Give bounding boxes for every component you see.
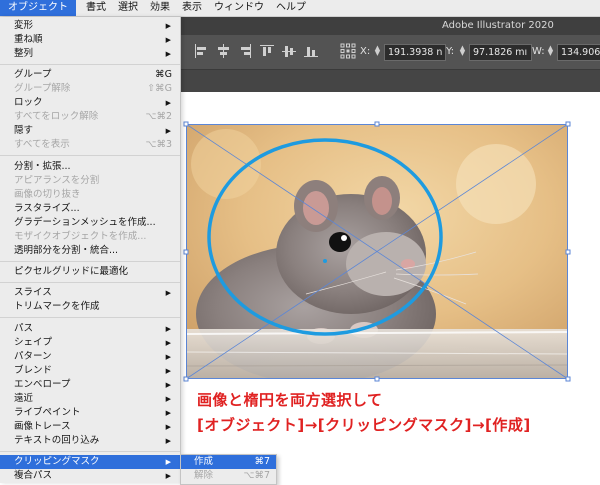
menu-item-group[interactable]: グループ ⌘G xyxy=(0,68,180,82)
submenu-arrow-icon: ▶ xyxy=(165,353,171,361)
menu-item-gradient-mesh[interactable]: グラデーションメッシュを作成... xyxy=(0,216,180,230)
submenu-arrow-icon: ▶ xyxy=(165,437,171,445)
menu-item-slice[interactable]: スライス ▶ xyxy=(0,286,180,300)
x-stepper[interactable]: ▲ ▼ xyxy=(374,45,381,57)
object-menu: 変形 ▶ 重ね順 ▶ 整列 ▶ グループ ⌘G グループ解除 ⇧⌘G ロック ▶ すべてをロ… xyxy=(0,17,181,483)
submenu-arrow-icon: ▶ xyxy=(165,395,171,403)
menu-item-image-trace[interactable]: 画像トレース ▶ xyxy=(0,420,180,434)
submenu-arrow-icon: ▶ xyxy=(165,289,171,297)
control-toolbar: X: ▲ ▼ 191.3938 n Y: ▲ ▼ 97.1826 mı W: ▲ ▼ … xyxy=(180,35,600,70)
menu-item-perspective[interactable]: 遠近 ▶ xyxy=(0,392,180,406)
menu-item-unlock-all: すべてをロック解除 ⌥⌘2 xyxy=(14,111,172,122)
app-title-bar: Adobe Illustrator 2020 xyxy=(180,17,600,35)
submenu-arrow-icon: ▶ xyxy=(165,99,171,107)
menu-item-clipping-mask[interactable]: クリッピングマスク ▶ xyxy=(0,455,180,469)
submenu-arrow-icon: ▶ xyxy=(165,458,171,466)
clipping-mask-submenu: 作成 ⌘7 解除 ⌥⌘7 xyxy=(180,454,277,485)
menu-item-rasterize[interactable]: ラスタライズ... xyxy=(0,202,180,216)
menu-item-blend[interactable]: ブレンド ▶ xyxy=(0,364,180,378)
menu-object[interactable]: オブジェクト xyxy=(0,0,76,16)
menu-item-flatten-transparency[interactable]: 透明部分を分割・統合... xyxy=(0,244,180,258)
menu-item-transform[interactable]: 変形 ▶ xyxy=(0,19,180,33)
w-label: W: xyxy=(532,46,545,57)
y-stepper[interactable]: ▲ ▼ xyxy=(459,45,466,57)
submenu-arrow-icon: ▶ xyxy=(165,472,171,480)
align-bottom-icon[interactable] xyxy=(304,44,318,58)
y-field[interactable]: 97.1826 mı xyxy=(469,44,532,61)
submenu-item-make[interactable]: 作成 ⌘7 xyxy=(181,455,276,469)
reference-point-icon[interactable] xyxy=(340,43,356,59)
caption-line-1: 画像と楕円を両方選択して xyxy=(197,391,383,409)
menu-separator xyxy=(0,155,180,156)
submenu-arrow-icon: ▶ xyxy=(165,409,171,417)
menu-item-trim-marks[interactable]: トリムマークを作成 xyxy=(0,300,180,314)
submenu-arrow-icon: ▶ xyxy=(165,367,171,375)
y-label: Y: xyxy=(446,46,455,57)
menu-item-shape[interactable]: シェイプ ▶ xyxy=(0,336,180,350)
w-field[interactable]: 134.906 xyxy=(557,44,600,61)
x-field[interactable]: 191.3938 n xyxy=(384,44,446,61)
menu-separator xyxy=(0,261,180,262)
menu-window[interactable]: ウィンドウ xyxy=(208,0,270,16)
menu-item-live-paint[interactable]: ライブペイント ▶ xyxy=(0,406,180,420)
menu-item-align[interactable]: 整列 ▶ xyxy=(0,47,180,61)
submenu-arrow-icon: ▶ xyxy=(165,50,171,58)
x-label: X: xyxy=(360,46,371,57)
menu-effect[interactable]: 効果 xyxy=(144,0,176,16)
submenu-arrow-icon: ▶ xyxy=(165,22,171,30)
align-center-h-icon[interactable] xyxy=(216,44,230,58)
menu-item-compound-path[interactable]: 複合パス ▶ xyxy=(0,469,180,483)
menu-help[interactable]: ヘルプ xyxy=(270,0,312,16)
menu-item-arrange[interactable]: 重ね順 ▶ xyxy=(0,33,180,47)
menu-item-object-mosaic: モザイクオブジェクトを作成... xyxy=(14,231,147,242)
align-top-icon[interactable] xyxy=(260,44,274,58)
menu-item-pixel-optimize[interactable]: ピクセルグリッドに最適化 xyxy=(0,265,180,279)
align-left-icon[interactable] xyxy=(194,44,208,58)
app-title: Adobe Illustrator 2020 xyxy=(442,20,554,31)
menu-item-text-wrap[interactable]: テキストの回り込み ▶ xyxy=(0,434,180,448)
menu-item-ungroup: グループ解除 ⇧⌘G xyxy=(14,83,172,94)
submenu-arrow-icon: ▶ xyxy=(165,127,171,135)
menu-separator xyxy=(0,317,180,318)
menu-item-expand[interactable]: 分割・拡張... xyxy=(0,160,180,174)
menu-item-pattern[interactable]: パターン ▶ xyxy=(0,350,180,364)
menu-item-path[interactable]: パス ▶ xyxy=(0,322,180,336)
document-tab-bar xyxy=(180,70,600,92)
menu-item-envelope[interactable]: エンベロープ ▶ xyxy=(0,378,180,392)
align-right-icon[interactable] xyxy=(238,44,252,58)
menu-view[interactable]: 表示 xyxy=(176,0,208,16)
submenu-arrow-icon: ▶ xyxy=(165,36,171,44)
caption-line-2: [オブジェクト]→[クリッピングマスク]→[作成] xyxy=(197,416,531,434)
menu-select[interactable]: 選択 xyxy=(112,0,144,16)
menu-separator xyxy=(0,64,180,65)
submenu-arrow-icon: ▶ xyxy=(165,339,171,347)
menu-separator xyxy=(0,282,180,283)
menu-item-hide[interactable]: 隠す ▶ xyxy=(0,124,180,138)
submenu-arrow-icon: ▶ xyxy=(165,325,171,333)
menu-separator xyxy=(0,451,180,452)
menu-item-crop-image: 画像の切り抜き xyxy=(14,189,81,200)
submenu-arrow-icon: ▶ xyxy=(165,423,171,431)
menu-type[interactable]: 書式 xyxy=(80,0,112,16)
menu-item-expand-appearance: アピアランスを分割 xyxy=(14,175,100,186)
w-stepper[interactable]: ▲ ▼ xyxy=(547,45,554,57)
submenu-item-release: 解除 ⌥⌘7 xyxy=(194,470,270,481)
menu-bar: オブジェクト 書式 選択 効果 表示 ウィンドウ ヘルプ xyxy=(0,0,600,17)
ellipse-shape[interactable] xyxy=(202,134,443,336)
menu-item-show-all: すべてを表示 ⌥⌘3 xyxy=(14,139,172,150)
align-center-v-icon[interactable] xyxy=(282,44,296,58)
menu-item-lock[interactable]: ロック ▶ xyxy=(0,96,180,110)
submenu-arrow-icon: ▶ xyxy=(165,381,171,389)
